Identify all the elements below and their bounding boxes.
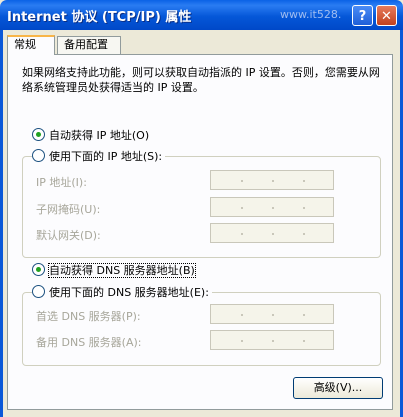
subnet-mask-label: 子网掩码(U): bbox=[36, 203, 101, 216]
ip-address-input[interactable] bbox=[210, 170, 334, 190]
window-title: Internet 协议 (TCP/IP) 属性 bbox=[7, 10, 192, 25]
radio-manual-ip[interactable]: 使用下面的 IP 地址(S): bbox=[32, 149, 166, 164]
title-bar[interactable]: Internet 协议 (TCP/IP) 属性 www.it528. ? ✕ bbox=[0, 0, 403, 30]
description-text: 如果网络支持此功能，则可以获取自动指派的 IP 设置。否则，您需要从网络系统管理… bbox=[22, 66, 380, 94]
default-gateway-label: 默认网关(D): bbox=[36, 229, 101, 242]
preferred-dns-input[interactable] bbox=[210, 304, 334, 324]
radio-manual-ip-label: 使用下面的 IP 地址(S): bbox=[49, 150, 163, 163]
radio-auto-dns-label: 自动获得 DNS 服务器地址(B) bbox=[48, 263, 196, 278]
tab-alternate-config[interactable]: 备用配置 bbox=[57, 36, 121, 54]
preferred-dns-label: 首选 DNS 服务器(P): bbox=[36, 310, 141, 323]
ip-address-label: IP 地址(I): bbox=[36, 176, 87, 189]
help-button[interactable]: ? bbox=[352, 5, 373, 26]
radio-auto-ip-indicator[interactable] bbox=[32, 128, 45, 141]
default-gateway-input[interactable] bbox=[210, 223, 334, 243]
window-border-left bbox=[0, 30, 3, 417]
radio-auto-dns[interactable]: 自动获得 DNS 服务器地址(B) bbox=[32, 263, 196, 278]
radio-auto-ip-label: 自动获得 IP 地址(O) bbox=[49, 129, 150, 142]
advanced-button[interactable]: 高级(V)... bbox=[293, 377, 383, 399]
radio-auto-ip[interactable]: 自动获得 IP 地址(O) bbox=[32, 128, 149, 143]
tcpip-properties-dialog: Internet 协议 (TCP/IP) 属性 www.it528. ? ✕ 常… bbox=[0, 0, 403, 417]
subnet-mask-input[interactable] bbox=[210, 197, 334, 217]
close-button[interactable]: ✕ bbox=[376, 5, 397, 26]
tab-general[interactable]: 常规 bbox=[7, 35, 55, 55]
radio-auto-dns-indicator[interactable] bbox=[32, 263, 45, 276]
radio-manual-dns-label: 使用下面的 DNS 服务器地址(E): bbox=[49, 286, 209, 299]
general-tab-panel: 如果网络支持此功能，则可以获取自动指派的 IP 设置。否则，您需要从网络系统管理… bbox=[7, 54, 393, 410]
radio-manual-dns[interactable]: 使用下面的 DNS 服务器地址(E): bbox=[32, 285, 212, 300]
radio-manual-ip-indicator[interactable] bbox=[32, 149, 45, 162]
alternate-dns-input[interactable] bbox=[210, 330, 334, 350]
radio-manual-dns-indicator[interactable] bbox=[32, 285, 45, 298]
watermark: www.it528. bbox=[280, 8, 342, 21]
alternate-dns-label: 备用 DNS 服务器(A): bbox=[36, 336, 142, 349]
